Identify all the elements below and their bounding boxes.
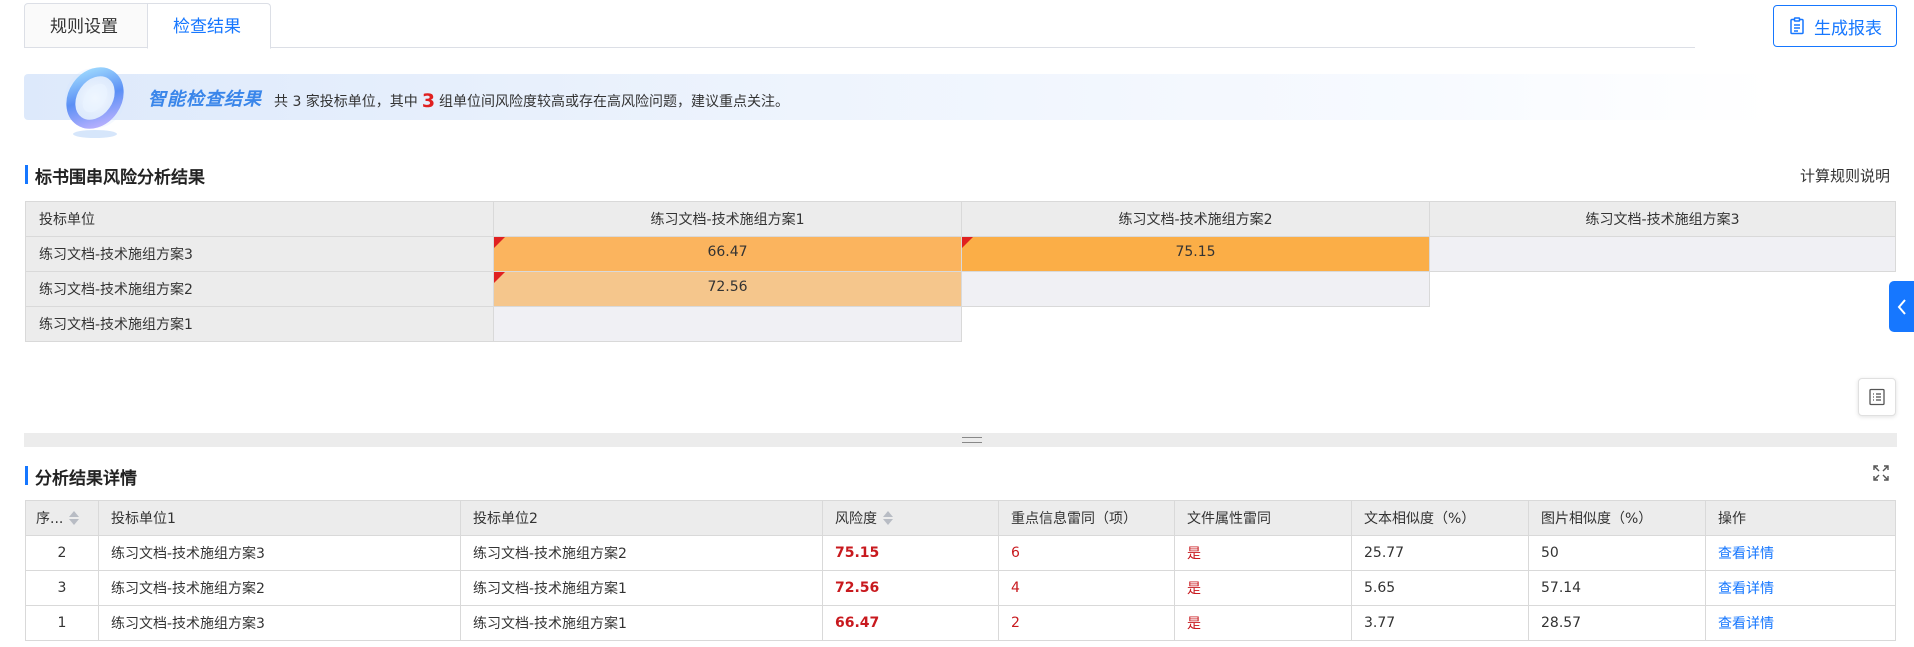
view-details-link[interactable]: 查看详情: [1718, 613, 1774, 633]
matrix-row-header: 练习文档-技术施组方案2: [25, 271, 494, 307]
matrix-cell-empty: [961, 271, 1430, 307]
fullscreen-icon[interactable]: [1872, 464, 1890, 482]
cell-unit1: 练习文档-技术施组方案2: [98, 570, 461, 606]
cell-unit1: 练习文档-技术施组方案3: [98, 605, 461, 641]
result-tabs: 规则设置 检查结果: [24, 3, 1695, 49]
cell-seq: 3: [25, 570, 99, 606]
col-unit2-header: 投标单位2: [460, 500, 823, 536]
matrix-col-header: 练习文档-技术施组方案3: [1429, 201, 1896, 237]
col-risk-header[interactable]: 风险度: [822, 500, 999, 536]
matrix-cell-risk[interactable]: 75.15: [961, 236, 1430, 272]
cell-keyinfo: 6: [998, 535, 1175, 571]
high-risk-count: 3: [421, 90, 436, 112]
table-header-row: 序... 投标单位1 投标单位2 风险度 重点信息雷同（项） 文件属性雷同 文本…: [25, 500, 1896, 536]
side-panel-toggle[interactable]: [1889, 281, 1914, 332]
table-row: 3 练习文档-技术施组方案2 练习文档-技术施组方案1 72.56 4 是 5.…: [25, 570, 1896, 606]
smart-ring-icon: [65, 67, 125, 138]
matrix-row-header: 练习文档-技术施组方案1: [25, 306, 494, 342]
col-keyinfo-header: 重点信息雷同（项）: [998, 500, 1175, 536]
matrix-cell-empty: [493, 306, 962, 342]
cell-imgsim: 28.57: [1528, 605, 1706, 641]
cell-unit1: 练习文档-技术施组方案3: [98, 535, 461, 571]
matrix-row-header: 练习文档-技术施组方案3: [25, 236, 494, 272]
panel-splitter[interactable]: [24, 433, 1897, 447]
calc-rule-link[interactable]: 计算规则说明: [1800, 165, 1890, 186]
matrix-cell-risk[interactable]: 66.47: [493, 236, 962, 272]
sort-icon: [69, 511, 80, 525]
cell-textsim: 5.65: [1351, 570, 1529, 606]
cell-seq: 1: [25, 605, 99, 641]
col-action-header: 操作: [1705, 500, 1896, 536]
matrix-cell-value: 75.15: [1175, 244, 1216, 260]
matrix-cell-value: 72.56: [707, 279, 748, 295]
cell-risk: 75.15: [822, 535, 999, 571]
cell-imgsim: 57.14: [1528, 570, 1706, 606]
cell-keyinfo: 4: [998, 570, 1175, 606]
chevron-left-icon: [1897, 298, 1906, 315]
view-details-link[interactable]: 查看详情: [1718, 543, 1774, 563]
view-details-link[interactable]: 查看详情: [1718, 578, 1774, 598]
banner-text-a: 共 3 家投标单位，其中: [274, 94, 418, 110]
risk-analysis-title: 标书围串风险分析结果: [25, 163, 205, 188]
cell-unit2: 练习文档-技术施组方案2: [460, 535, 823, 571]
cell-seq: 2: [25, 535, 99, 571]
cell-unit2: 练习文档-技术施组方案1: [460, 605, 823, 641]
cell-unit2: 练习文档-技术施组方案1: [460, 570, 823, 606]
smart-check-banner: 智能检查结果 共 3 家投标单位，其中 3 组单位间风险度较高或存在高风险问题，建议…: [24, 67, 1774, 138]
col-unit1-header: 投标单位1: [98, 500, 461, 536]
table-row: 1 练习文档-技术施组方案3 练习文档-技术施组方案1 66.47 2 是 3.…: [25, 605, 1896, 641]
matrix-col-header: 练习文档-技术施组方案2: [961, 201, 1430, 237]
risk-flag-icon: [494, 272, 505, 283]
cell-textsim: 25.77: [1351, 535, 1529, 571]
detail-title: 分析结果详情: [25, 464, 137, 489]
banner-title: 智能检查结果: [148, 89, 262, 110]
matrix-cell-value: 66.47: [707, 244, 748, 260]
risk-flag-icon: [494, 237, 505, 248]
tab-check-results[interactable]: 检查结果: [147, 3, 271, 49]
banner-text-b: 组单位间风险度较高或存在高风险问题，建议重点关注。: [439, 94, 790, 110]
generate-report-button[interactable]: 生成报表: [1773, 5, 1897, 47]
cell-fileattr: 是: [1174, 570, 1352, 606]
list-tool-button[interactable]: [1858, 378, 1896, 416]
col-seq-header[interactable]: 序...: [25, 500, 99, 536]
matrix-col-header: 练习文档-技术施组方案1: [493, 201, 962, 237]
banner-summary: 共 3 家投标单位，其中 3 组单位间风险度较高或存在高风险问题，建议重点关注。: [274, 89, 790, 112]
sort-icon: [883, 511, 893, 525]
cell-textsim: 3.77: [1351, 605, 1529, 641]
matrix-cell-risk[interactable]: 72.56: [493, 271, 962, 307]
cell-risk: 66.47: [822, 605, 999, 641]
matrix-cell-empty: [1429, 236, 1896, 272]
cell-imgsim: 50: [1528, 535, 1706, 571]
cell-action: 查看详情: [1705, 605, 1896, 641]
cell-keyinfo: 2: [998, 605, 1175, 641]
report-icon: [1790, 17, 1804, 35]
table-row: 2 练习文档-技术施组方案3 练习文档-技术施组方案2 75.15 6 是 25…: [25, 535, 1896, 571]
matrix-corner-header: 投标单位: [25, 201, 494, 237]
tab-rule-settings[interactable]: 规则设置: [24, 3, 148, 48]
col-risk-label: 风险度: [835, 511, 877, 527]
cell-fileattr: 是: [1174, 535, 1352, 571]
cell-action: 查看详情: [1705, 535, 1896, 571]
generate-report-label: 生成报表: [1814, 18, 1882, 38]
cell-fileattr: 是: [1174, 605, 1352, 641]
cell-action: 查看详情: [1705, 570, 1896, 606]
col-textsim-header: 文本相似度（%）: [1351, 500, 1529, 536]
cell-risk: 72.56: [822, 570, 999, 606]
drag-handle-icon: [962, 437, 982, 443]
list-icon: [1869, 388, 1885, 406]
col-seq-label: 序...: [36, 511, 64, 527]
col-imgsim-header: 图片相似度（%）: [1528, 500, 1706, 536]
risk-flag-icon: [962, 237, 973, 248]
col-fileattr-header: 文件属性雷同: [1174, 500, 1352, 536]
